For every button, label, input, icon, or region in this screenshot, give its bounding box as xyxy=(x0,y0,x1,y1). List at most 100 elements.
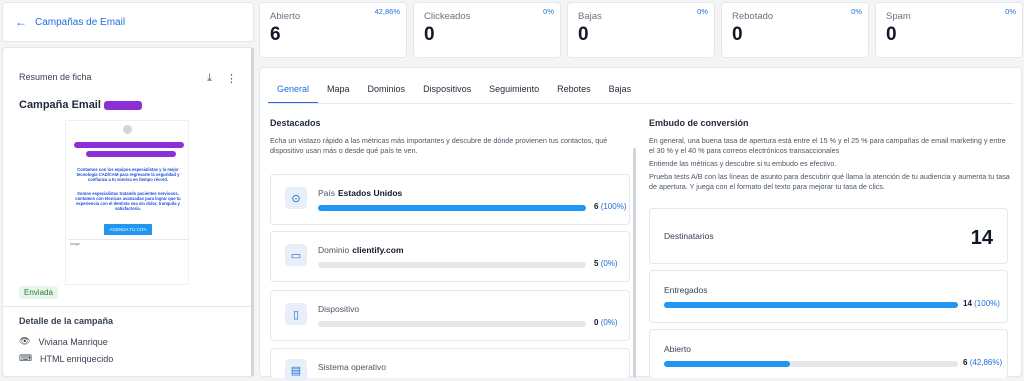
metric-count-num: 5 xyxy=(594,259,599,268)
tab-tracking[interactable]: Seguimiento xyxy=(480,78,548,104)
download-icon[interactable]: ⤓ xyxy=(207,72,212,85)
funnel-title: Embudo de conversión xyxy=(649,118,749,128)
metric-value-text: clientify.com xyxy=(352,245,404,255)
back-to-email-campaigns[interactable]: ← Campañas de Email xyxy=(2,2,254,42)
metric-count: 0 (0%) xyxy=(594,318,618,327)
preview-cta-button: AGENDA TU CITA xyxy=(104,224,152,235)
stat-label: Spam xyxy=(886,11,911,22)
location-pin-icon: ⊙ xyxy=(285,187,307,209)
status-badge: Enviada xyxy=(19,286,58,299)
tab-devices[interactable]: Dispositivos xyxy=(414,78,480,104)
funnel-count-num: 14 xyxy=(963,299,972,308)
progress-track xyxy=(318,321,586,327)
os-icon: ▤ xyxy=(285,359,307,381)
metric-domain: ▭ Dominio clientify.com 5 (0%) xyxy=(270,231,630,282)
funnel-count-num: 6 xyxy=(963,358,968,367)
devices-icon: ▯ xyxy=(285,303,307,325)
stat-value: 0 xyxy=(578,24,589,45)
funnel-count-pct: (100%) xyxy=(974,299,1000,308)
redaction-mark xyxy=(74,142,184,148)
metric-label-text: Dominio xyxy=(318,245,350,255)
owner-name: Viviana Manrique xyxy=(38,336,108,347)
more-options-icon[interactable]: ⋮ xyxy=(226,72,237,85)
campaign-detail-title: Detalle de la campaña xyxy=(19,316,114,326)
stat-card-spam: Spam 0% 0 xyxy=(875,2,1023,58)
tab-domains[interactable]: Dominios xyxy=(359,78,415,104)
metric-label: Dispositivo xyxy=(318,304,362,314)
stat-card-clicked: Clickeados 0% 0 xyxy=(413,2,561,58)
summary-sheet: Resumen de ficha ⤓ ⋮ Campaña Email Conta… xyxy=(2,47,254,377)
stat-card-bounced: Rebotado 0% 0 xyxy=(721,2,869,58)
back-label: Campañas de Email xyxy=(35,16,126,28)
metric-count-pct: (0%) xyxy=(600,259,618,268)
sidebar-scrollbar[interactable] xyxy=(251,48,254,376)
arrow-left-icon: ← xyxy=(15,15,27,29)
progress-track xyxy=(664,302,958,308)
metric-count-pct: (0%) xyxy=(600,318,618,327)
preview-body-1: Contamos con los equipos especialistas y… xyxy=(76,167,180,182)
funnel-paragraph-2: Entiende las métricas y descubre si tu e… xyxy=(649,159,837,168)
tab-divider xyxy=(268,103,1013,104)
stat-value: 0 xyxy=(886,24,897,45)
metric-count: 6 (100%) xyxy=(594,202,626,211)
stat-label: Bajas xyxy=(578,11,602,22)
email-preview[interactable]: Contamos con los equipos especialistas y… xyxy=(65,120,189,285)
preview-body-2: Somos especialistas tratando pacientes n… xyxy=(75,191,181,211)
logo-placeholder-icon xyxy=(123,125,132,134)
metric-label-text: Sistema operativo xyxy=(318,362,387,372)
main-panel: General Mapa Dominios Dispositivos Segui… xyxy=(259,67,1022,381)
funnel-label: Destinatarios xyxy=(664,231,714,241)
metric-os: ▤ Sistema operativo xyxy=(270,348,630,381)
funnel-paragraph-1: En general, una buena tasa de apertura e… xyxy=(649,136,1006,155)
metric-label: Sistema operativo xyxy=(318,362,386,372)
redaction-mark xyxy=(103,100,142,110)
funnel-paragraph-3: Prueba tests A/B con las líneas de asunt… xyxy=(649,172,1010,191)
stat-pct: 0% xyxy=(851,7,862,16)
metric-count-pct: (100%) xyxy=(600,202,627,211)
funnel-delivered: Entregados 14 (100%) xyxy=(649,270,1008,323)
sheet-heading: Resumen de ficha xyxy=(19,72,92,82)
metric-label: Dominio clientify.com xyxy=(318,245,404,255)
metric-device: ▯ Dispositivo 0 (0%) xyxy=(270,290,630,341)
format-label: HTML enriquecido xyxy=(40,353,114,364)
stat-card-opened: Abierto 42,86% 6 xyxy=(259,2,407,58)
progress-fill xyxy=(664,302,958,308)
progress-fill xyxy=(318,205,586,211)
funnel-label: Abierto xyxy=(664,344,691,354)
highlights-title: Destacados xyxy=(270,118,321,128)
funnel-opened: Abierto 6 (42,86%) xyxy=(649,329,1008,378)
stat-label: Rebotado xyxy=(732,11,774,22)
preview-image: Image xyxy=(68,239,188,283)
funnel-count: 14 (100%) xyxy=(963,299,1000,308)
tab-general[interactable]: General xyxy=(268,78,319,104)
funnel-label: Entregados xyxy=(664,285,708,295)
stat-pct: 0% xyxy=(697,7,708,16)
redaction-mark xyxy=(86,151,176,157)
metric-count-num: 0 xyxy=(594,318,599,327)
highlights-scrollbar[interactable] xyxy=(633,148,636,378)
divider xyxy=(3,306,253,307)
tab-map[interactable]: Mapa xyxy=(318,78,359,104)
metric-label-text: País xyxy=(318,188,336,198)
metric-label: País Estados Unidos xyxy=(318,188,402,198)
browser-icon: ▭ xyxy=(285,244,307,266)
stat-pct: 0% xyxy=(543,7,554,16)
campaign-title-text: Campaña Email xyxy=(19,99,101,111)
owner-row: 👁 Viviana Manrique xyxy=(19,336,108,347)
tab-bar: General Mapa Dominios Dispositivos Segui… xyxy=(268,78,640,104)
metric-country: ⊙ País Estados Unidos 6 (100%) xyxy=(270,174,630,225)
progress-track xyxy=(318,262,586,268)
progress-fill xyxy=(664,361,790,367)
eye-icon: 👁 xyxy=(19,336,31,346)
funnel-count: 6 (42,86%) xyxy=(963,358,1002,367)
code-icon: ⌨ xyxy=(19,353,32,363)
funnel-count-pct: (42,86%) xyxy=(969,358,1003,367)
tab-unsubscribes[interactable]: Bajas xyxy=(600,78,641,104)
metric-count: 5 (0%) xyxy=(594,259,618,268)
metric-label-text: Dispositivo xyxy=(318,304,360,314)
metric-count-num: 6 xyxy=(594,202,599,211)
stat-value: 0 xyxy=(424,24,435,45)
funnel-recipients: Destinatarios 14 xyxy=(649,208,1008,264)
stat-value: 0 xyxy=(732,24,743,45)
tab-bounces[interactable]: Rebotes xyxy=(548,78,600,104)
